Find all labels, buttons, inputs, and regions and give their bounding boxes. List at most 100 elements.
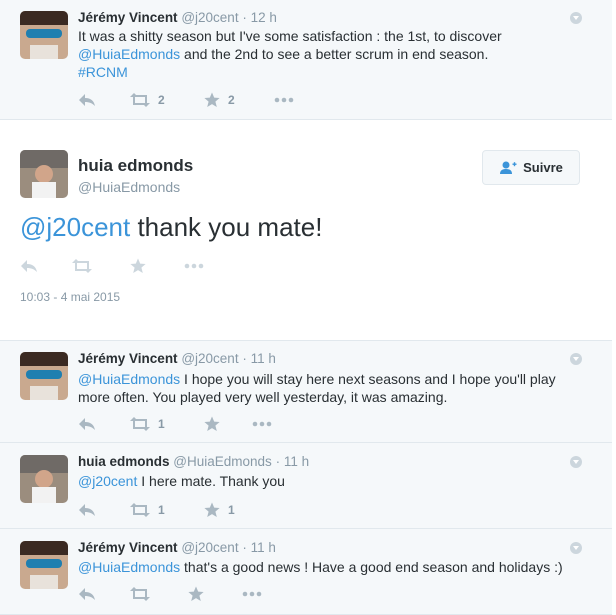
mention-link[interactable]: @j20cent <box>20 212 130 242</box>
retweet-button[interactable]: 2 <box>130 93 204 107</box>
hashtag-link[interactable]: #RCNM <box>78 64 128 80</box>
retweet-button[interactable]: 1 <box>130 417 204 431</box>
tweet-item[interactable]: Jérémy Vincent @j20cent · 12 h It was a … <box>0 0 612 120</box>
favorite-button[interactable] <box>204 416 252 432</box>
tweet-actions: 1 <box>78 414 272 434</box>
more-button[interactable] <box>242 591 262 597</box>
timestamp[interactable]: 11 h <box>251 351 276 366</box>
retweet-icon <box>130 417 150 431</box>
tweet-header: huia edmonds @HuiaEdmonds · 11 h <box>78 454 309 469</box>
tweet-text-segment: I here mate. Thank you <box>137 473 285 489</box>
retweet-icon <box>130 503 150 517</box>
tweet-actions <box>20 256 204 276</box>
tweet-text: @HuiaEdmonds I hope you will stay here n… <box>78 370 578 406</box>
follow-button[interactable]: Suivre <box>482 150 580 185</box>
reply-button[interactable] <box>78 417 130 431</box>
fullname[interactable]: Jérémy Vincent <box>78 10 178 25</box>
retweet-count: 2 <box>158 93 165 107</box>
reply-button[interactable] <box>20 259 72 273</box>
tweet-actions: 2 2 <box>78 90 294 110</box>
retweet-count: 1 <box>158 417 165 431</box>
mention-link[interactable]: @HuiaEdmonds <box>78 371 180 387</box>
more-dots-icon <box>184 263 204 269</box>
screen-name[interactable]: @HuiaEdmonds <box>78 179 180 195</box>
favorite-button[interactable]: 1 <box>204 502 274 518</box>
fullname[interactable]: huia edmonds <box>78 156 193 176</box>
favorite-button[interactable] <box>188 586 242 602</box>
separator-dot: · <box>242 10 247 25</box>
reply-icon <box>79 588 95 600</box>
reply-button[interactable] <box>78 93 130 107</box>
avatar[interactable] <box>20 455 68 503</box>
tweet-text-segment: thank you mate! <box>130 212 323 242</box>
reply-button[interactable] <box>78 587 130 601</box>
mention-link[interactable]: @j20cent <box>78 473 137 489</box>
tweet-item[interactable]: Jérémy Vincent @j20cent · 11 h @HuiaEdmo… <box>0 341 612 443</box>
screen-name[interactable]: @j20cent <box>181 351 238 366</box>
tweet-text: It was a shitty season but I've some sat… <box>78 27 558 81</box>
favorite-count: 1 <box>228 503 235 517</box>
tweet-actions: 1 1 <box>78 500 274 520</box>
avatar[interactable] <box>20 11 68 59</box>
reply-icon <box>21 260 37 272</box>
fullname[interactable]: huia edmonds <box>78 454 170 469</box>
tweet-timestamp[interactable]: 10:03 - 4 mai 2015 <box>20 290 120 304</box>
reply-icon <box>79 94 95 106</box>
timestamp[interactable]: 11 h <box>284 454 309 469</box>
more-button[interactable] <box>274 97 294 103</box>
retweet-button[interactable] <box>130 587 188 601</box>
retweet-icon <box>130 587 150 601</box>
tweet-text: @HuiaEdmonds that's a good news ! Have a… <box>78 558 588 576</box>
screen-name[interactable]: @j20cent <box>181 10 238 25</box>
fullname[interactable]: Jérémy Vincent <box>78 351 178 366</box>
favorite-count: 2 <box>228 93 235 107</box>
tweet-header: Jérémy Vincent @j20cent · 12 h <box>78 10 277 25</box>
retweet-icon <box>72 259 92 273</box>
avatar[interactable] <box>20 541 68 589</box>
focused-tweet: huia edmonds @HuiaEdmonds Suivre @j20cen… <box>0 120 612 341</box>
more-dots-icon <box>274 97 294 103</box>
timestamp[interactable]: 12 h <box>251 10 277 25</box>
screen-name[interactable]: @j20cent <box>181 540 238 555</box>
tweet-header: Jérémy Vincent @j20cent · 11 h <box>78 540 276 555</box>
follow-label: Suivre <box>523 160 563 175</box>
tweet-item[interactable]: huia edmonds @HuiaEdmonds · 11 h @j20cen… <box>0 443 612 529</box>
star-icon <box>204 502 220 517</box>
tweet-text-line: @HuiaEdmonds and the 2nd to see a better… <box>78 45 558 63</box>
more-options-icon[interactable] <box>570 456 582 468</box>
tweet-text: @j20cent thank you mate! <box>20 212 322 243</box>
tweet-text-segment: I hope you will stay here next seasons a… <box>180 371 556 387</box>
screen-name[interactable]: @HuiaEdmonds <box>173 454 272 469</box>
avatar[interactable] <box>20 150 68 198</box>
star-icon <box>204 92 220 107</box>
star-icon <box>204 416 220 431</box>
reply-button[interactable] <box>78 503 130 517</box>
timestamp[interactable]: 11 h <box>251 540 276 555</box>
separator-dot: · <box>275 454 281 469</box>
more-dots-icon <box>252 421 272 427</box>
more-options-icon[interactable] <box>570 542 582 554</box>
tweet-item[interactable]: Jérémy Vincent @j20cent · 11 h @HuiaEdmo… <box>0 529 612 615</box>
tweet-header: Jérémy Vincent @j20cent · 11 h <box>78 351 276 366</box>
mention-link[interactable]: @HuiaEdmonds <box>78 559 180 575</box>
retweet-count: 1 <box>158 503 165 517</box>
star-icon <box>188 586 204 601</box>
retweet-icon <box>130 93 150 107</box>
favorite-button[interactable] <box>130 258 184 274</box>
tweet-text-line: It was a shitty season but I've some sat… <box>78 28 502 44</box>
tweet-text: @j20cent I here mate. Thank you <box>78 472 558 490</box>
tweet-text-segment: and the 2nd to see a better scrum in end… <box>180 46 489 62</box>
fullname[interactable]: Jérémy Vincent <box>78 540 178 555</box>
more-button[interactable] <box>184 263 204 269</box>
avatar[interactable] <box>20 352 68 400</box>
tweet-text-line: more often. You played very well yesterd… <box>78 389 448 405</box>
retweet-button[interactable]: 1 <box>130 503 204 517</box>
favorite-button[interactable]: 2 <box>204 92 274 108</box>
separator-dot: · <box>242 351 247 366</box>
more-options-icon[interactable] <box>570 353 582 365</box>
more-button[interactable] <box>252 421 272 427</box>
retweet-button[interactable] <box>72 259 130 273</box>
star-icon <box>130 258 146 273</box>
mention-link[interactable]: @HuiaEdmonds <box>78 46 180 62</box>
more-options-icon[interactable] <box>570 12 582 24</box>
